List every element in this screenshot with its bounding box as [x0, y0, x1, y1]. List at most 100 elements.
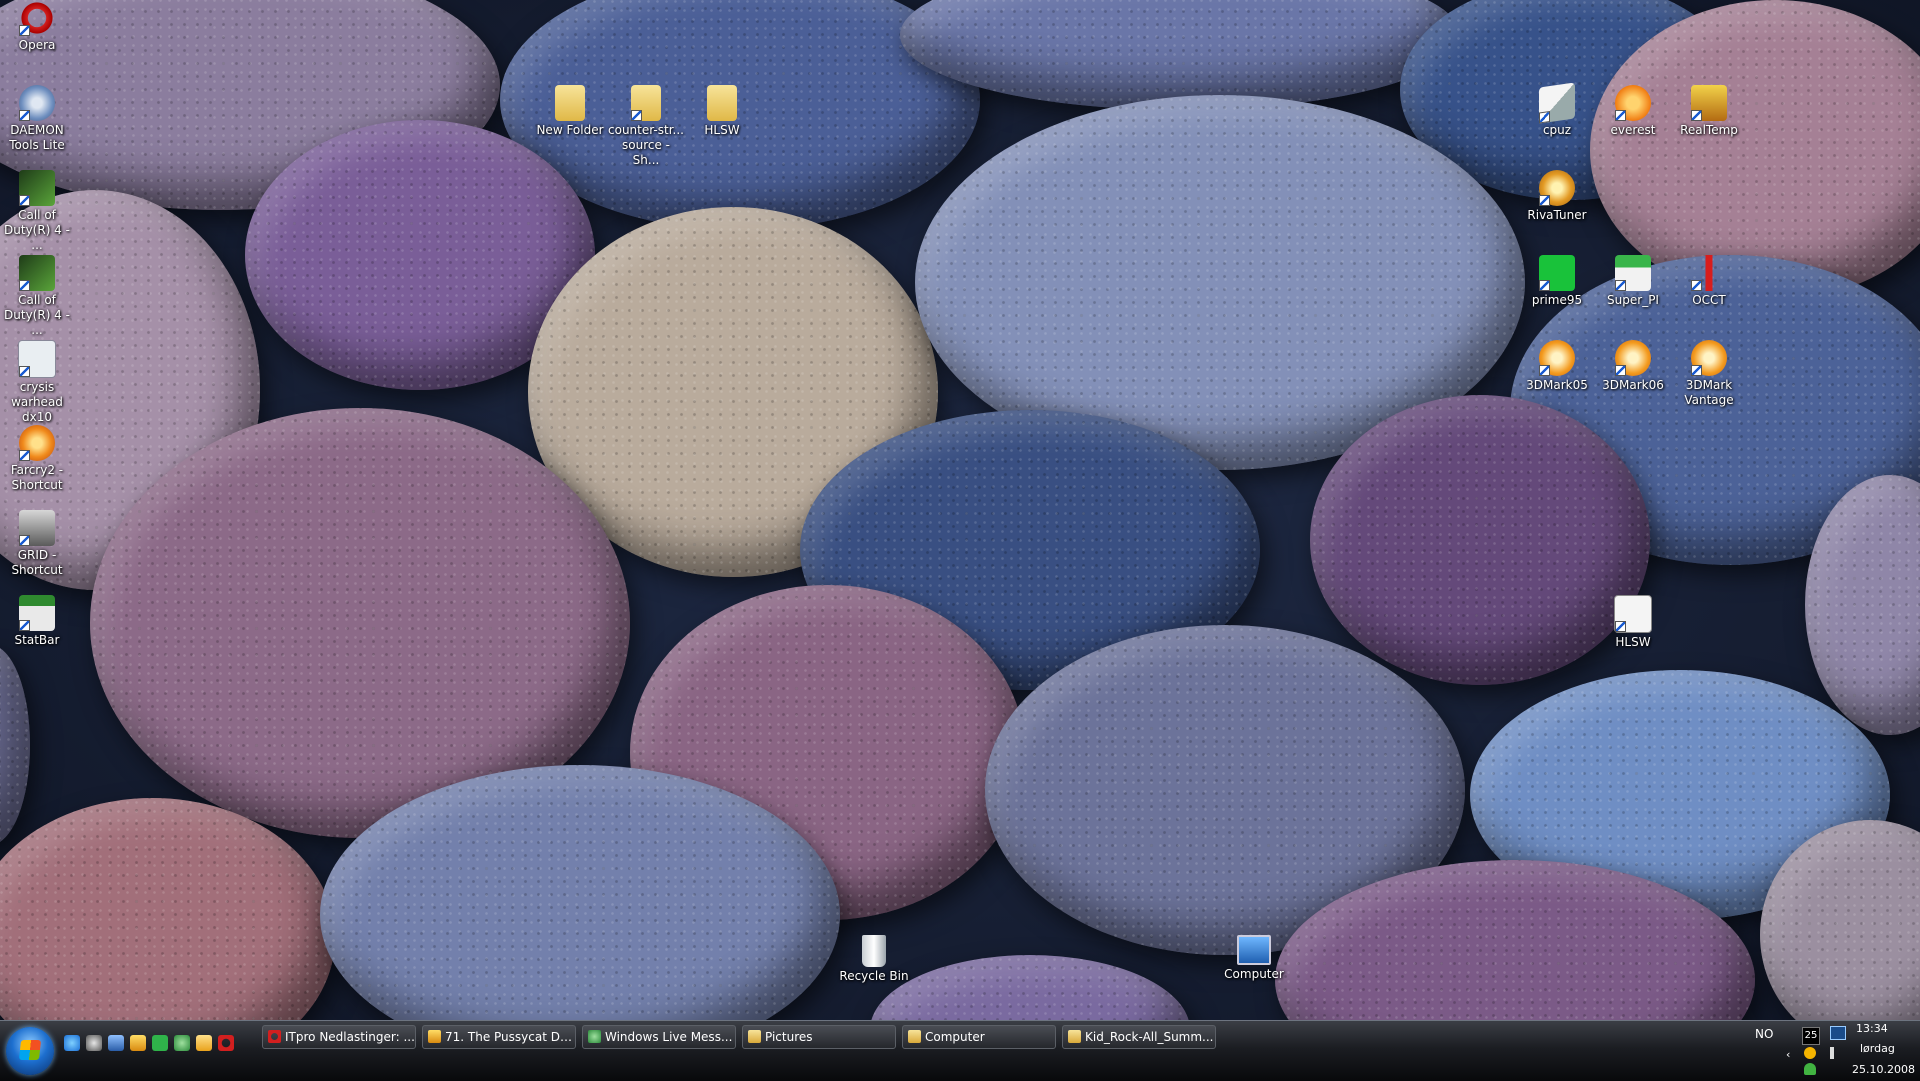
winamp-icon [428, 1030, 441, 1043]
computer-icon [1237, 935, 1271, 965]
desktop-folder-hlsw[interactable]: HLSW [684, 85, 760, 138]
desktop-icon-crysis[interactable]: crysis warhead dx10 [0, 340, 75, 425]
desktop-icon-grid[interactable]: GRID - Shortcut [0, 510, 75, 578]
desktop-icon-3dmark-vantage[interactable]: 3DMark Vantage [1671, 340, 1747, 408]
desktop-icon-realtemp[interactable]: RealTemp [1671, 85, 1747, 138]
desktop-wallpaper: Opera DAEMON Tools Lite Call of Duty(R) … [0, 0, 1920, 1020]
icon-label: Recycle Bin [839, 969, 909, 983]
language-indicator[interactable]: NO [1755, 1027, 1773, 1041]
desktop-folder-counter-strike[interactable]: counter-str... source - Sh... [608, 85, 684, 168]
desktop-folder-new-folder[interactable]: New Folder [532, 85, 608, 138]
taskbar-button-pictures[interactable]: Pictures [742, 1025, 896, 1049]
media-player-icon[interactable] [196, 1035, 212, 1051]
warning-tray-icon[interactable] [1804, 1047, 1816, 1059]
icon-label: HLSW [1615, 635, 1651, 649]
icon-label: HLSW [704, 123, 740, 137]
recycle-bin-icon [862, 935, 886, 967]
everest-info-icon [1615, 85, 1651, 121]
opera-icon [19, 0, 55, 36]
messenger-status-icon[interactable] [1804, 1063, 1816, 1075]
icon-label: StatBar [14, 633, 60, 647]
desktop-icon-occt[interactable]: OCCT [1671, 255, 1747, 308]
icon-label: everest [1610, 123, 1656, 137]
realtemp-icon [1691, 85, 1727, 121]
desktop-icon-cpuz[interactable]: cpuz [1519, 82, 1595, 138]
taskbar-button-music[interactable]: 71. The Pussycat Do... [422, 1025, 576, 1049]
volume-icon[interactable] [1830, 1047, 1840, 1059]
desktop-icon-3dmark06[interactable]: 3DMark06 [1595, 340, 1671, 393]
folder-icon [908, 1030, 921, 1043]
hlsw-quicklaunch-icon[interactable] [152, 1035, 168, 1051]
icon-label: Super_PI [1607, 293, 1659, 307]
desktop-icon-super-pi[interactable]: Super_PI [1595, 255, 1671, 308]
statbar-icon [19, 595, 55, 631]
taskbar-button-kid-rock[interactable]: Kid_Rock-All_Summ... [1062, 1025, 1216, 1049]
desktop-icon-recycle-bin[interactable]: Recycle Bin [836, 935, 912, 984]
desktop-icon-daemon-tools[interactable]: DAEMON Tools Lite [0, 85, 75, 153]
taskbar-button-label: Windows Live Mess... [605, 1030, 733, 1044]
icon-label: crysis warhead dx10 [11, 380, 63, 424]
daemon-tools-icon [19, 85, 55, 121]
show-desktop-icon[interactable] [108, 1035, 124, 1051]
desktop-icon-call-of-duty-1[interactable]: Call of Duty(R) 4 - ... [0, 170, 75, 253]
taskbar-button-messenger[interactable]: Windows Live Mess... [582, 1025, 736, 1049]
taskbar-button-label: Pictures [765, 1030, 813, 1044]
icon-label: 3DMark05 [1526, 378, 1588, 392]
start-button[interactable] [6, 1027, 54, 1075]
rivatuner-gear-icon [1539, 170, 1575, 206]
taskbar-button-computer[interactable]: Computer [902, 1025, 1056, 1049]
icon-label: 3DMark Vantage [1684, 378, 1734, 407]
desktop-icon-prime95[interactable]: prime95 [1519, 255, 1595, 308]
icon-label: RealTemp [1680, 123, 1738, 137]
icon-label: counter-str... source - Sh... [608, 123, 684, 167]
icon-label: Computer [1224, 967, 1284, 981]
folder-shortcut-icon [631, 85, 661, 121]
steam-icon[interactable] [86, 1035, 102, 1051]
desktop-icon-computer[interactable]: Computer [1216, 935, 1292, 982]
call-of-duty-icon [19, 170, 55, 206]
desktop-icon-farcry2[interactable]: Farcry2 - Shortcut [0, 425, 75, 493]
clock-time[interactable]: 13:34 [1856, 1022, 1888, 1035]
icon-label: 3DMark06 [1602, 378, 1664, 392]
desktop-icon-rivatuner[interactable]: RivaTuner [1519, 170, 1595, 223]
icon-label: GRID - Shortcut [11, 548, 63, 577]
clock-date[interactable]: 25.10.2008 [1852, 1063, 1915, 1076]
taskbar: ITpro Nedlastinger: ... 71. The Pussycat… [0, 1020, 1920, 1081]
desktop-icon-hlsw[interactable]: HLSW [1595, 595, 1671, 650]
3dmark-icon [1615, 340, 1651, 376]
desktop-icon-statbar[interactable]: StatBar [0, 595, 75, 648]
icon-label: Farcry2 - Shortcut [10, 463, 64, 492]
desktop-icon-everest[interactable]: everest [1595, 85, 1671, 138]
desktop-icon-opera[interactable]: Opera [0, 0, 75, 53]
crysis-icon [18, 340, 56, 378]
windows-logo-icon [18, 1040, 42, 1060]
taskbar-button-label: 71. The Pussycat Do... [445, 1030, 576, 1044]
messenger-icon[interactable] [174, 1035, 190, 1051]
icon-label: Call of Duty(R) 4 - ... [4, 208, 70, 252]
taskbar-button-label: Computer [925, 1030, 985, 1044]
icon-label: New Folder [536, 123, 604, 137]
show-hidden-icons-chevron[interactable]: ‹ [1786, 1048, 1790, 1061]
prime95-icon [1539, 255, 1575, 291]
ie-icon[interactable] [64, 1035, 80, 1051]
icon-label: OCCT [1692, 293, 1726, 307]
taskbar-button-label: ITpro Nedlastinger: ... [285, 1030, 415, 1044]
call-of-duty-icon [19, 255, 55, 291]
grid-game-icon [19, 510, 55, 546]
taskbar-button-itpro[interactable]: ITpro Nedlastinger: ... [262, 1025, 416, 1049]
hlsw-icon [1614, 595, 1652, 633]
desktop-icon-call-of-duty-2[interactable]: Call of Duty(R) 4 - ... [0, 255, 75, 338]
clock-day[interactable]: lørdag [1860, 1042, 1895, 1055]
network-icon[interactable] [1830, 1026, 1846, 1040]
opera-quicklaunch-icon[interactable] [218, 1035, 234, 1051]
folder-icon [555, 85, 585, 121]
desktop-icon-3dmark05[interactable]: 3DMark05 [1519, 340, 1595, 393]
calendar-badge[interactable]: 25 [1802, 1027, 1820, 1045]
icon-label: Call of Duty(R) 4 - ... [4, 293, 70, 337]
icon-label: Opera [18, 38, 56, 52]
opera-icon [268, 1030, 281, 1043]
cpuz-icon [1539, 82, 1575, 124]
icon-label: DAEMON Tools Lite [9, 123, 65, 152]
occt-thermometer-icon [1691, 255, 1727, 291]
winamp-icon[interactable] [130, 1035, 146, 1051]
